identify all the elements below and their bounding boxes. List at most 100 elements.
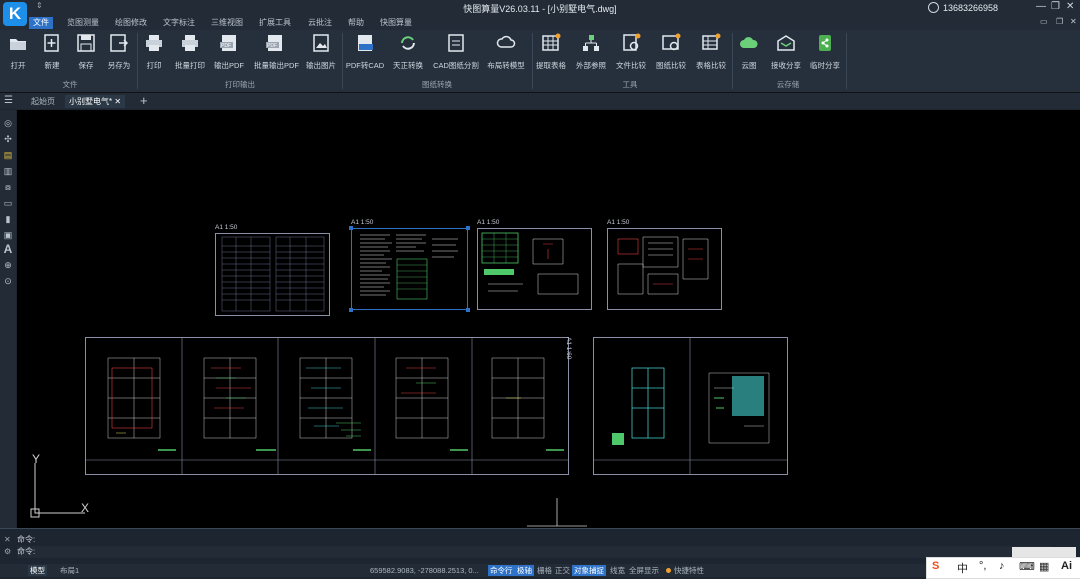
table-extract-icon xyxy=(541,33,561,53)
floor-plan-set-a[interactable] xyxy=(85,337,569,475)
command-input[interactable]: 命令: xyxy=(17,546,1052,558)
tab-current-drawing[interactable]: 小别墅电气* ✕ xyxy=(65,95,126,108)
drawing-compare-button[interactable]: 图纸比较 xyxy=(650,33,692,71)
ime-voice-icon[interactable]: ♪ xyxy=(999,560,1005,572)
block-icon[interactable]: ▣ xyxy=(3,230,13,240)
new-tab-icon[interactable]: + xyxy=(140,93,148,108)
drawing-sheet-3[interactable] xyxy=(477,228,592,310)
drawing-sheet-1[interactable] xyxy=(215,233,330,316)
toggle-ortho[interactable]: 正交 xyxy=(553,565,572,576)
new-file-icon xyxy=(42,33,62,53)
toggle-quick-properties[interactable]: 快捷特性 xyxy=(672,565,706,576)
tab-start-page[interactable]: 起始页 xyxy=(27,95,59,108)
minimize-icon[interactable]: — xyxy=(1036,1,1046,12)
command-settings-icon[interactable]: ⚙ xyxy=(4,547,11,556)
model-tab[interactable]: 模型 xyxy=(28,565,47,576)
menu-bar: 文件 览图测量 绘图修改 文字标注 三维视图 扩展工具 云批注 帮助 快图算量 … xyxy=(0,16,1080,30)
tab-close-icon[interactable]: ✕ xyxy=(114,97,121,106)
sheet-scale-label: A1 1:50 xyxy=(477,219,500,226)
pdf-to-cad-icon xyxy=(355,33,375,53)
batch-pdf-icon: PDF xyxy=(265,33,285,53)
toggle-grid[interactable]: 栅格 xyxy=(535,565,554,576)
batch-export-pdf-button[interactable]: PDF 批量输出PDF xyxy=(254,33,299,71)
ime-mode[interactable]: 中 xyxy=(957,560,968,576)
sheet-3-content xyxy=(481,232,579,295)
ime-skin-icon[interactable]: ▦ xyxy=(1039,560,1049,573)
grip-handle[interactable] xyxy=(349,226,353,230)
hamburger-menu-icon[interactable]: ☰ xyxy=(4,95,13,106)
drawing-sheet-4[interactable] xyxy=(607,228,722,310)
export-image-button[interactable]: 输出图片 xyxy=(300,33,342,71)
toggle-fullscreen[interactable]: 全屏显示 xyxy=(627,565,661,576)
pdf-icon: PDF xyxy=(219,33,239,53)
batch-print-button[interactable]: 批量打印 xyxy=(169,33,211,71)
menu-file[interactable]: 文件 xyxy=(29,17,53,29)
menu-quick-quantity[interactable]: 快图算量 xyxy=(376,17,416,29)
menu-draw-modify[interactable]: 绘图修改 xyxy=(111,17,151,29)
toggle-lineweight[interactable]: 线宽 xyxy=(608,565,627,576)
layer-icon[interactable]: ▤ xyxy=(3,150,13,160)
title-bar: K ⇕ 快图算量V26.03.11 - [小别墅电气.dwg] 13683266… xyxy=(0,0,1080,26)
menu-view-measure[interactable]: 览图测量 xyxy=(63,17,103,29)
menu-3d-view[interactable]: 三维视图 xyxy=(207,17,247,29)
zoom-icon[interactable]: ⊙ xyxy=(3,276,13,286)
command-close-icon[interactable]: ✕ xyxy=(4,535,11,544)
temp-share-button[interactable]: 临时分享 xyxy=(804,33,846,71)
ime-ai-icon[interactable]: Ai xyxy=(1061,560,1072,572)
zoom-in-icon[interactable]: ⊕ xyxy=(3,260,13,270)
orbit-icon[interactable]: ✣ xyxy=(3,134,13,144)
ribbon-collapse-icon[interactable]: ▭ xyxy=(1040,17,1048,26)
folder-open-icon xyxy=(8,33,28,53)
menu-text-annotation[interactable]: 文字标注 xyxy=(159,17,199,29)
close-icon[interactable]: ✕ xyxy=(1066,1,1074,12)
ribbon-restore-icon[interactable]: ❐ xyxy=(1056,17,1063,26)
toggle-polar[interactable]: 极轴 xyxy=(515,565,534,576)
image-export-icon xyxy=(311,33,331,53)
drawing-sheet-2-selected[interactable] xyxy=(349,226,470,312)
receive-share-button[interactable]: 接收分享 xyxy=(765,33,807,71)
convert-arrows-icon xyxy=(398,33,418,53)
file-compare-button[interactable]: 文件比较 xyxy=(610,33,652,71)
layout-to-model-button[interactable]: 布局转模型 xyxy=(485,33,527,71)
drawing-canvas[interactable]: A1 1:50 A1 1:50 A1 1:50 A1 1:50 A1 1:60 … xyxy=(17,110,1080,528)
window-title: 快图算量V26.03.11 - [小别墅电气.dwg] xyxy=(463,4,617,14)
floor-plan-set-b[interactable] xyxy=(593,337,788,475)
external-reference-button[interactable]: 外部参照 xyxy=(570,33,612,71)
measure-icon[interactable]: ⧇ xyxy=(3,182,13,192)
ime-punctuation-icon[interactable]: °, xyxy=(979,560,986,572)
menu-extend-tools[interactable]: 扩展工具 xyxy=(255,17,295,29)
toggle-command-line[interactable]: 命令行 xyxy=(488,565,515,576)
document-tab-bar: ☰ 起始页 小别墅电气* ✕ + xyxy=(0,93,1080,109)
grip-handle[interactable] xyxy=(466,308,470,312)
tangent-convert-button[interactable]: 天正转换 xyxy=(387,33,429,71)
restore-icon[interactable]: ❐ xyxy=(1051,1,1060,12)
vertical-scale-label: A1 1:60 xyxy=(565,337,572,360)
group-convert-label: 图纸转换 xyxy=(422,80,452,89)
pan-icon[interactable]: ◎ xyxy=(3,118,13,128)
layout-tab[interactable]: 布局1 xyxy=(58,565,81,576)
chart-icon[interactable]: ▮ xyxy=(3,214,13,224)
extract-table-button[interactable]: 提取表格 xyxy=(530,33,572,71)
menu-help[interactable]: 帮助 xyxy=(344,17,368,29)
ime-keyboard-icon[interactable]: ⌨ xyxy=(1019,560,1035,573)
cad-split-button[interactable]: CAD图纸分割 xyxy=(432,33,480,71)
ribbon: 打开 新建 保存 另存为 文件 打印 批量打印 PDF 输出PDF PDF 批量… xyxy=(0,30,1080,93)
properties-icon[interactable]: ▥ xyxy=(3,166,13,176)
grip-handle[interactable] xyxy=(349,308,353,312)
user-icon xyxy=(928,2,939,13)
pdf-to-cad-button[interactable]: PDF转CAD xyxy=(344,33,386,71)
rectangle-icon[interactable]: ▭ xyxy=(3,198,13,208)
axis-x-label: X xyxy=(81,501,90,515)
menu-cloud-annotation[interactable]: 云批注 xyxy=(304,17,336,29)
command-scrollbar[interactable] xyxy=(1012,547,1076,557)
cloud-drawing-button[interactable]: 云图 xyxy=(728,33,770,71)
table-compare-button[interactable]: 表格比较 xyxy=(690,33,732,71)
user-account[interactable]: 13683266958 xyxy=(928,2,998,13)
toggle-object-snap[interactable]: 对象捕捉 xyxy=(572,565,606,576)
grip-handle[interactable] xyxy=(466,226,470,230)
text-icon[interactable]: A xyxy=(3,243,13,255)
export-pdf-button[interactable]: PDF 输出PDF xyxy=(208,33,250,71)
ribbon-close-icon[interactable]: ✕ xyxy=(1070,17,1077,26)
drawing-compare-icon xyxy=(661,33,681,53)
ime-logo-icon[interactable]: S xyxy=(932,560,939,572)
